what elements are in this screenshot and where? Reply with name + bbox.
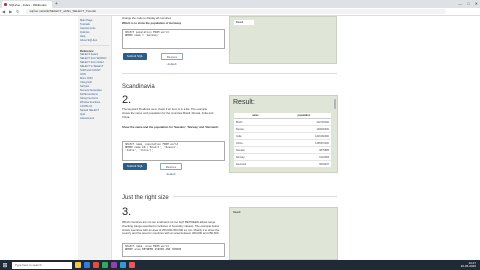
forward-icon[interactable]: ▶ bbox=[7, 9, 14, 14]
taskbar-search-input[interactable]: Type here to search bbox=[12, 261, 72, 269]
tab-title: SQLZoo - Index - Wikibooks bbox=[9, 2, 47, 7]
q1-restore-button[interactable]: Restore default bbox=[161, 53, 183, 66]
cell-population: 1246160000 bbox=[276, 132, 331, 140]
window-controls: — □ ✕ bbox=[458, 0, 478, 8]
sqlzoo-favicon-icon bbox=[4, 3, 7, 6]
q2-submit-button[interactable]: Submit SQL bbox=[123, 163, 147, 170]
cell-name: Sweden bbox=[234, 146, 277, 154]
q2-description: The keyword IN allows us to check if an … bbox=[122, 107, 227, 119]
q2-restore-button[interactable]: Restore default bbox=[160, 163, 182, 176]
new-tab-button[interactable]: + bbox=[55, 1, 58, 7]
system-tray-clock[interactable]: 10:47 20-05-2020 bbox=[461, 260, 476, 270]
q1-code-line: WHERE name = 'Germany' bbox=[125, 34, 160, 37]
taskbar-app-icon[interactable] bbox=[120, 262, 126, 268]
cell-population: 1365370000 bbox=[276, 139, 331, 147]
table-row: India 1246160000 bbox=[234, 132, 331, 140]
taskbar-app-icon[interactable] bbox=[102, 262, 108, 268]
q2-code-line: 'India', 'China'); bbox=[125, 149, 154, 152]
q2-description-line: shows the name and population for the co… bbox=[122, 110, 214, 115]
q3-section-title: Just the right size bbox=[122, 195, 173, 201]
page: Main Page Tutorials Assessments Quizzes Help… bbox=[0, 16, 480, 260]
q1-sql-editor[interactable]: SELECT population FROM world WHERE name … bbox=[122, 29, 225, 49]
cell-name: Denmark bbox=[234, 160, 277, 168]
browser-tab[interactable]: SQLZoo - Index - Wikibooks bbox=[2, 1, 52, 8]
back-icon[interactable]: ◀ bbox=[0, 9, 7, 14]
taskbar-app-icon[interactable] bbox=[93, 262, 99, 268]
q1-result-label: Result bbox=[234, 20, 254, 25]
q3-description: Which countries are not too small and no… bbox=[122, 220, 228, 236]
table-row: Denmark 5634437 bbox=[234, 160, 331, 168]
q2-number: 2. bbox=[122, 94, 132, 106]
reload-icon[interactable]: ↻ bbox=[14, 9, 21, 14]
table-row: Brazil 202794000 bbox=[234, 118, 331, 126]
sidebar: Main Page Tutorials Assessments Quizzes Help… bbox=[78, 16, 112, 260]
q2-result-title: Result: bbox=[233, 99, 255, 106]
q2-result-panel: Result: name population Brazil 202794000 R… bbox=[229, 95, 338, 173]
browser-tab-bar: SQLZoo - Index - Wikibooks + — □ ✕ bbox=[0, 0, 480, 8]
address-bar-row: ◀ ▶ ↻ sqlzoo.net/wiki/SELECT_within_SELE… bbox=[0, 8, 480, 16]
close-button[interactable]: ✕ bbox=[475, 0, 478, 8]
cell-population: 5634437 bbox=[276, 160, 331, 168]
main-content: change the code to display all countries… bbox=[112, 16, 347, 260]
sidebar-reference-list: SELECT basics SELECT from WORLD SELECT fro… bbox=[80, 53, 109, 121]
address-bar[interactable]: sqlzoo.net/wiki/SELECT_within_SELECT_Tut… bbox=[25, 9, 446, 14]
taskbar-app-icon[interactable] bbox=[129, 262, 135, 268]
windows-start-icon[interactable]: ⊞ bbox=[0, 260, 10, 270]
q1-task: Which is to show the population of Germa… bbox=[122, 21, 182, 25]
taskbar-app-icon[interactable] bbox=[84, 262, 90, 268]
q1-submit-button[interactable]: Submit SQL bbox=[123, 53, 147, 60]
q2-description-line: China. bbox=[122, 114, 131, 119]
table-row: Sweden 9675885 bbox=[234, 146, 331, 154]
cell-name: China bbox=[234, 139, 277, 147]
cell-name: Russia bbox=[234, 125, 277, 133]
q3-description-line: country and the area for countries with … bbox=[122, 231, 220, 236]
cell-population: 9675885 bbox=[276, 146, 331, 154]
maximize-button[interactable]: □ bbox=[467, 0, 469, 8]
q3-number: 3. bbox=[122, 206, 132, 218]
q3-result-label: Result: bbox=[233, 211, 242, 214]
q1-result-panel: Result bbox=[229, 16, 337, 64]
taskbar-pinned-apps bbox=[72, 262, 135, 268]
q3-sql-editor[interactable]: SELECT name, area FROM world WHERE area … bbox=[122, 243, 225, 257]
table-row: China 1365370000 bbox=[234, 139, 331, 147]
cell-name: India bbox=[234, 132, 277, 140]
cell-population: 146000000 bbox=[276, 125, 331, 133]
separator bbox=[122, 73, 337, 74]
sidebar-top-list: Main Page Tutorials Assessments Quizzes Help… bbox=[80, 19, 109, 43]
q2-sql-editor[interactable]: SELECT name, population FROM world WHERE… bbox=[122, 141, 225, 161]
q2-section-title: Scandinavia bbox=[122, 84, 155, 90]
taskbar-app-icon[interactable] bbox=[75, 262, 81, 268]
sidebar-reference-link[interactable]: Assessment bbox=[80, 117, 109, 121]
q2-task: Show the name and the population for 'Sw… bbox=[122, 125, 220, 129]
clock-date: 20-05-2020 bbox=[460, 264, 476, 268]
cell-name: Norway bbox=[234, 153, 277, 161]
table-row: Norway 5124383 bbox=[234, 153, 331, 161]
windows-taskbar: ⊞ Type here to search 10:47 20-05-2020 bbox=[0, 260, 480, 270]
cell-name: Brazil bbox=[234, 118, 277, 126]
table-row: Russia 146000000 bbox=[234, 125, 331, 133]
result-scrollbar[interactable] bbox=[334, 99, 336, 109]
cell-population: 202794000 bbox=[276, 118, 331, 126]
q3-result-panel: Result: bbox=[229, 207, 338, 260]
cell-population: 5124383 bbox=[276, 153, 331, 161]
q3-code-line: WHERE area BETWEEN 250000 AND 300000 bbox=[125, 248, 182, 251]
sidebar-link[interactable]: About SQLZoo bbox=[80, 39, 109, 43]
q2-result-table: name population Brazil 202794000 Russia 146… bbox=[234, 113, 331, 168]
taskbar-app-icon[interactable] bbox=[111, 262, 117, 268]
minimize-button[interactable]: — bbox=[458, 0, 462, 8]
